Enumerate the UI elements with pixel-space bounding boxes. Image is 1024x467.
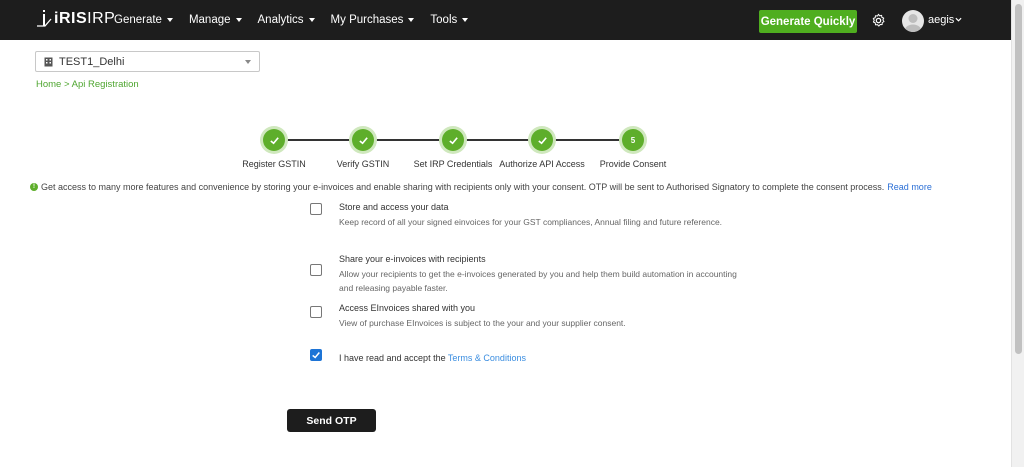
step-connector bbox=[274, 139, 363, 141]
caret-down-icon bbox=[235, 18, 242, 22]
step-3-circle bbox=[442, 129, 464, 151]
logo-text-thin: IRP bbox=[87, 10, 116, 27]
nav-my-purchases-label: My Purchases bbox=[330, 14, 404, 26]
caret-down-icon bbox=[308, 18, 315, 22]
registration-stepper: 5 Register GSTIN Verify GSTIN Set IRP Cr… bbox=[0, 125, 1011, 175]
user-name[interactable]: aegis bbox=[928, 14, 954, 26]
option-description: Allow your recipients to get the e-invoi… bbox=[339, 269, 737, 293]
check-icon bbox=[448, 136, 458, 144]
check-icon bbox=[312, 352, 320, 359]
breadcrumb[interactable]: Home > Api Registration bbox=[36, 79, 139, 90]
nav-manage-label: Manage bbox=[188, 14, 231, 26]
option-description: View of purchase EInvoices is subject to… bbox=[339, 318, 626, 328]
option-title: Share your e-invoices with recipients bbox=[339, 254, 486, 264]
terms-label: I have read and accept the Terms & Condi… bbox=[339, 353, 526, 363]
caret-down-icon bbox=[166, 18, 173, 22]
step-label-provide-consent: Provide Consent bbox=[599, 159, 667, 169]
step-2-circle bbox=[352, 129, 374, 151]
building-icon bbox=[44, 57, 53, 66]
option-description: Keep record of all your signed einvoices… bbox=[339, 217, 723, 227]
nav-tools[interactable]: Tools bbox=[430, 14, 469, 26]
step-connector bbox=[363, 139, 453, 141]
share-einvoices-checkbox[interactable] bbox=[310, 264, 322, 276]
chevron-down-icon bbox=[245, 60, 251, 64]
iris-irp-logo[interactable]: iRISIRP bbox=[36, 9, 115, 29]
logo-mark-icon bbox=[37, 10, 52, 27]
caret-down-icon bbox=[462, 18, 469, 22]
option-title: Access EInvoices shared with you bbox=[339, 303, 476, 313]
branch-select-value: TEST1_Delhi bbox=[59, 55, 125, 68]
check-icon bbox=[358, 136, 368, 144]
scrollbar-thumb[interactable] bbox=[1015, 4, 1022, 354]
nav-generate[interactable]: Generate bbox=[114, 14, 173, 26]
step-label-authorize-api-access: Authorize API Access bbox=[499, 159, 585, 169]
user-silhouette-icon bbox=[904, 14, 922, 32]
nav-manage[interactable]: Manage bbox=[189, 14, 242, 26]
step-connector bbox=[453, 139, 542, 141]
chevron-down-icon[interactable] bbox=[955, 16, 962, 23]
option-title: Store and access your data bbox=[339, 202, 449, 212]
step-label-set-irp-credentials: Set IRP Credentials bbox=[413, 159, 493, 169]
nav-my-purchases[interactable]: My Purchases bbox=[331, 14, 415, 26]
send-otp-button[interactable]: Send OTP bbox=[287, 409, 376, 432]
terms-text: I have read and accept the bbox=[339, 353, 446, 363]
nav-generate-label: Generate bbox=[114, 14, 162, 26]
terms-checkbox[interactable] bbox=[310, 349, 322, 361]
consent-info-text: Get access to many more features and con… bbox=[41, 182, 885, 192]
step-1-circle bbox=[263, 129, 285, 151]
page-scrollbar[interactable] bbox=[1011, 0, 1024, 467]
access-einvoices-checkbox[interactable] bbox=[310, 306, 322, 318]
step-label-verify-gstin: Verify GSTIN bbox=[336, 159, 390, 169]
check-icon bbox=[269, 136, 279, 144]
store-data-checkbox[interactable] bbox=[310, 203, 322, 215]
caret-down-icon bbox=[408, 18, 415, 22]
step-5-circle: 5 bbox=[622, 129, 644, 151]
step-4-circle bbox=[531, 129, 553, 151]
step-connector bbox=[542, 139, 633, 141]
read-more-link[interactable]: Read more bbox=[887, 182, 932, 192]
branch-select[interactable]: TEST1_Delhi bbox=[35, 51, 260, 72]
terms-conditions-link[interactable]: Terms & Conditions bbox=[448, 353, 526, 363]
nav-tools-label: Tools bbox=[430, 14, 458, 26]
logo-text-bold: iRIS bbox=[54, 10, 88, 27]
gear-icon[interactable] bbox=[871, 13, 886, 28]
info-icon: ! bbox=[30, 183, 38, 191]
main-menu: Generate Manage Analytics My Purchases T… bbox=[114, 0, 484, 40]
nav-analytics[interactable]: Analytics bbox=[258, 14, 315, 26]
nav-analytics-label: Analytics bbox=[257, 14, 304, 26]
avatar[interactable] bbox=[902, 10, 924, 32]
top-navbar: iRISIRP Generate Manage Analytics My Pur… bbox=[0, 0, 1011, 40]
step-label-register-gstin: Register GSTIN bbox=[242, 159, 306, 169]
consent-info: ! Get access to many more features and c… bbox=[30, 182, 932, 192]
generate-quickly-button[interactable]: Generate Quickly bbox=[759, 10, 857, 33]
check-icon bbox=[537, 136, 547, 144]
